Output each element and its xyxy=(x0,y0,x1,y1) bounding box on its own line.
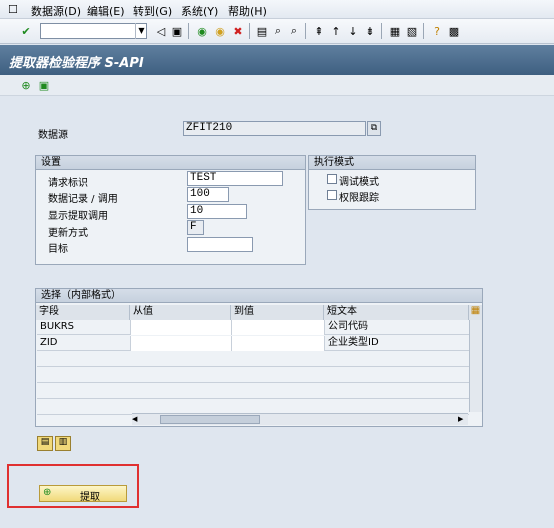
extract-button[interactable]: ⊕ 提取 xyxy=(39,485,127,503)
application-toolbar: ⊕ ▣ xyxy=(0,75,554,96)
from-cell[interactable] xyxy=(131,336,232,351)
from-cell[interactable] xyxy=(131,320,232,335)
find-icon[interactable]: ⌕ xyxy=(270,23,286,39)
command-field[interactable] xyxy=(40,23,147,39)
column-header[interactable]: 短文本 xyxy=(324,305,469,320)
title-bar: 提取器检验程序 S-API xyxy=(0,45,554,75)
help-icon[interactable]: ? xyxy=(429,23,445,39)
menu-goto[interactable]: 转到(G) xyxy=(133,3,172,19)
settings-title: 设置 xyxy=(36,156,305,170)
prev-page-icon[interactable]: ↑ xyxy=(328,23,344,39)
back-arrow-icon[interactable]: ◁ xyxy=(153,23,169,39)
menu-bar: ☐ 数据源(D) 编辑(E) 转到(G) 系统(Y) 帮助(H) xyxy=(0,0,554,19)
execute-icon[interactable]: ⊕ xyxy=(18,77,34,93)
table-row xyxy=(37,384,469,399)
records-label: 数据记录 / 调用 xyxy=(48,194,118,205)
to-cell[interactable] xyxy=(232,320,325,335)
save-icon[interactable]: ▣ xyxy=(169,23,185,39)
debug-label: 调试模式 xyxy=(339,177,379,188)
table-row xyxy=(37,368,469,383)
display-label: 显示提取调用 xyxy=(48,211,108,222)
chevron-down-icon[interactable]: ▼ xyxy=(135,23,147,39)
request-label: 请求标识 xyxy=(48,178,88,189)
next-page-icon[interactable]: ↓ xyxy=(345,23,361,39)
deselect-all-icon[interactable]: ▥ xyxy=(55,436,71,451)
auth-label: 权限跟踪 xyxy=(339,193,379,204)
cancel-icon[interactable]: ✖ xyxy=(230,23,246,39)
first-page-icon[interactable]: ⇞ xyxy=(311,23,327,39)
debug-checkbox[interactable] xyxy=(327,174,337,184)
back-icon[interactable]: ◉ xyxy=(194,23,210,39)
text-cell: 企业类型ID xyxy=(325,336,470,351)
selection-title: 选择（内部格式） xyxy=(36,289,482,303)
table-settings-icon[interactable]: ▦ xyxy=(469,305,482,320)
table-row: ZID 企业类型ID xyxy=(37,336,470,351)
column-header[interactable]: 字段 xyxy=(36,305,130,320)
check-icon[interactable]: ✔ xyxy=(18,23,34,39)
to-cell[interactable] xyxy=(232,336,325,351)
field-cell: ZID xyxy=(37,336,131,351)
auth-checkbox[interactable] xyxy=(327,190,337,200)
table-row xyxy=(37,352,469,367)
display-field[interactable]: 10 xyxy=(187,204,247,219)
find-next-icon[interactable]: ⌕ xyxy=(286,23,302,39)
records-field[interactable]: 100 xyxy=(187,187,229,202)
last-page-icon[interactable]: ⇟ xyxy=(362,23,378,39)
exit-icon[interactable]: ◉ xyxy=(212,23,228,39)
new-session-icon[interactable]: ▦ xyxy=(387,23,403,39)
select-all-icon[interactable]: ▤ xyxy=(37,436,53,451)
target-label: 目标 xyxy=(48,244,68,255)
print-icon[interactable]: ▤ xyxy=(254,23,270,39)
menu-edit[interactable]: 编辑(E) xyxy=(87,3,125,19)
execute-icon: ⊕ xyxy=(43,487,52,498)
datasource-field[interactable]: ZFIT210 xyxy=(183,121,366,136)
horizontal-scrollbar[interactable]: ◀ ▶ xyxy=(132,413,468,425)
shortcut-icon[interactable]: ▧ xyxy=(404,23,420,39)
column-header[interactable]: 从值 xyxy=(130,305,231,320)
menu-datasource[interactable]: 数据源(D) xyxy=(31,3,81,19)
variant-icon[interactable]: ▣ xyxy=(36,77,52,93)
extract-label: 提取 xyxy=(80,492,100,503)
layout-icon[interactable]: ▩ xyxy=(446,23,462,39)
exec-mode-title: 执行模式 xyxy=(309,156,475,170)
field-cell: BUKRS xyxy=(37,320,131,335)
text-cell: 公司代码 xyxy=(325,320,470,335)
standard-toolbar: ✔ ▼ ◁ ▣ ◉ ◉ ✖ ▤ ⌕ ⌕ ⇞ ↑ ↓ ⇟ ▦ ▧ ? ▩ xyxy=(0,19,554,44)
datasource-label: 数据源 xyxy=(38,130,68,141)
menu-icon[interactable]: ☐ xyxy=(8,3,18,16)
vertical-scrollbar[interactable] xyxy=(469,320,482,412)
target-field[interactable] xyxy=(187,237,253,252)
scroll-left-icon[interactable]: ◀ xyxy=(132,415,142,424)
column-header[interactable]: 到值 xyxy=(231,305,324,320)
request-field[interactable]: TEST xyxy=(187,171,283,186)
selection-table: 选择（内部格式） 字段 从值 到值 短文本 ▦ BUKRS 公司代码 ZID 企… xyxy=(35,288,483,427)
scroll-right-icon[interactable]: ▶ xyxy=(458,415,468,424)
copy-icon[interactable]: ⧉ xyxy=(367,121,381,136)
page-title: 提取器检验程序 S-API xyxy=(9,56,144,71)
update-field[interactable]: F xyxy=(187,220,204,235)
menu-system[interactable]: 系统(Y) xyxy=(181,3,218,19)
scroll-thumb[interactable] xyxy=(160,415,260,424)
menu-help[interactable]: 帮助(H) xyxy=(228,3,267,19)
table-row: BUKRS 公司代码 xyxy=(37,320,470,335)
update-label: 更新方式 xyxy=(48,228,88,239)
